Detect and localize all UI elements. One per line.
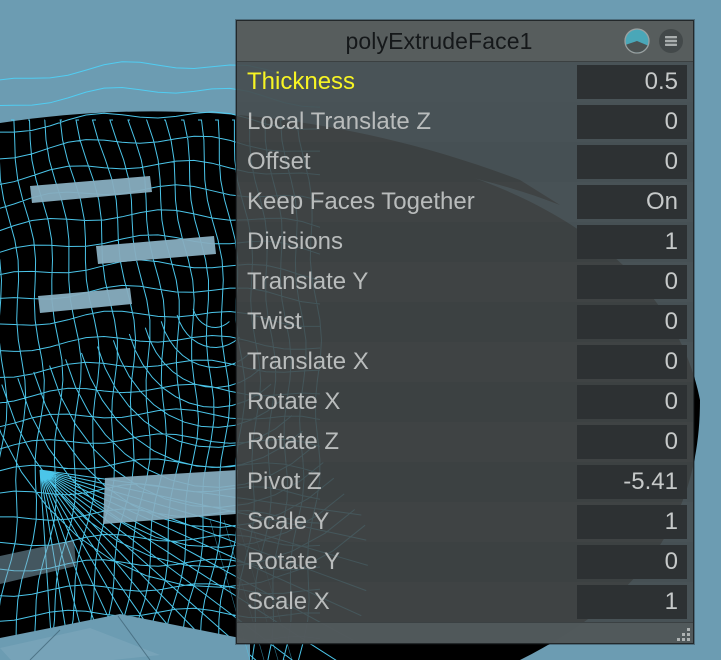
attribute-label: Rotate Z: [247, 430, 340, 454]
attribute-value-field[interactable]: 1: [577, 505, 687, 539]
attribute-value-field[interactable]: -5.41: [577, 465, 687, 499]
attribute-value: 0: [664, 388, 678, 415]
attribute-label: Thickness: [247, 70, 356, 94]
attribute-value-field[interactable]: 0.5: [577, 65, 687, 99]
attribute-value: 1: [664, 228, 678, 255]
attribute-value: 0: [664, 348, 678, 375]
attribute-value: -5.41: [623, 468, 678, 495]
attribute-value: 1: [664, 508, 678, 535]
attribute-row[interactable]: Rotate Y 0: [237, 542, 693, 582]
attribute-label: Pivot Z: [247, 470, 322, 494]
attribute-label: Rotate Y: [247, 550, 340, 574]
attribute-label: Twist: [247, 310, 302, 334]
attribute-row[interactable]: Scale X 1: [237, 582, 693, 622]
attribute-value-field[interactable]: 1: [577, 585, 687, 619]
attribute-row[interactable]: Keep Faces Together On: [237, 182, 693, 222]
attribute-row[interactable]: Pivot Z -5.41: [237, 462, 693, 502]
attribute-value-field[interactable]: On: [577, 185, 687, 219]
attribute-row[interactable]: Twist 0: [237, 302, 693, 342]
attribute-value-field[interactable]: 0: [577, 265, 687, 299]
attribute-value-field[interactable]: 0: [577, 425, 687, 459]
attribute-label: Translate X: [247, 350, 369, 374]
attribute-value: 1: [664, 588, 678, 615]
attribute-value: 0: [664, 428, 678, 455]
attribute-value-field[interactable]: 0: [577, 105, 687, 139]
attribute-row[interactable]: Translate X 0: [237, 342, 693, 382]
title-bar-icons: [623, 21, 685, 61]
resize-grip-icon[interactable]: [674, 625, 690, 641]
attribute-label: Local Translate Z: [247, 110, 432, 134]
attribute-value: 0: [664, 148, 678, 175]
attribute-value-field[interactable]: 0: [577, 385, 687, 419]
attribute-label: Divisions: [247, 230, 344, 254]
attribute-label: Scale Y: [247, 510, 330, 534]
attribute-value: On: [645, 188, 678, 215]
attribute-label: Rotate X: [247, 390, 341, 414]
attribute-value: 0.5: [644, 68, 678, 95]
hamburger-menu-icon[interactable]: [657, 27, 685, 55]
attribute-value-field[interactable]: 0: [577, 345, 687, 379]
attribute-value-field[interactable]: 0: [577, 545, 687, 579]
app-root: polyExtrudeFace1 Thickness 0.5 Local Trans…: [0, 0, 721, 660]
attribute-row[interactable]: Thickness 0.5: [237, 62, 693, 102]
panel-title: polyExtrudeFace1: [345, 27, 533, 54]
attribute-value: 0: [664, 308, 678, 335]
attribute-value-field[interactable]: 0: [577, 145, 687, 179]
attribute-row[interactable]: Local Translate Z 0: [237, 102, 693, 142]
attribute-label: Offset: [247, 150, 311, 174]
attribute-row[interactable]: Rotate X 0: [237, 382, 693, 422]
attribute-row[interactable]: Rotate Z 0: [237, 422, 693, 462]
pie-chart-icon[interactable]: [623, 27, 651, 55]
attribute-row[interactable]: Scale Y 1: [237, 502, 693, 542]
attribute-value: 0: [664, 268, 678, 295]
attribute-label: Scale X: [247, 590, 330, 614]
attribute-value-field[interactable]: 0: [577, 305, 687, 339]
panel-footer: [237, 622, 693, 643]
panel-title-bar[interactable]: polyExtrudeFace1: [237, 21, 693, 62]
attribute-editor-panel[interactable]: polyExtrudeFace1 Thickness 0.5 Local Trans…: [236, 20, 694, 644]
attribute-label: Translate Y: [247, 270, 369, 294]
attribute-row[interactable]: Offset 0: [237, 142, 693, 182]
attribute-value-field[interactable]: 1: [577, 225, 687, 259]
attribute-label: Keep Faces Together: [247, 190, 475, 214]
attribute-rows: Thickness 0.5 Local Translate Z 0 Offset 0 Kee…: [237, 62, 693, 622]
attribute-row[interactable]: Divisions 1: [237, 222, 693, 262]
attribute-row[interactable]: Translate Y 0: [237, 262, 693, 302]
attribute-value: 0: [664, 548, 678, 575]
attribute-value: 0: [664, 108, 678, 135]
